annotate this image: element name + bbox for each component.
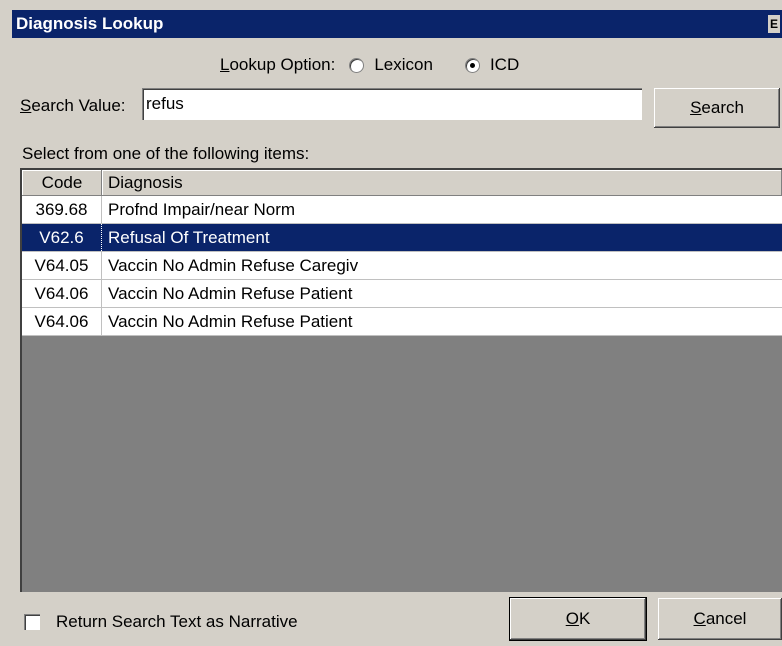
icd-radio[interactable] bbox=[464, 57, 480, 73]
table-row[interactable]: V64.06 Vaccin No Admin Refuse Patient bbox=[22, 280, 782, 308]
table-row[interactable]: V64.06 Vaccin No Admin Refuse Patient bbox=[22, 308, 782, 336]
cell-diagnosis: Profnd Impair/near Norm bbox=[108, 200, 296, 219]
cell-code: V64.06 bbox=[22, 308, 102, 335]
table-row[interactable]: 369.68 Profnd Impair/near Norm bbox=[22, 196, 782, 224]
table-row[interactable]: V64.05 Vaccin No Admin Refuse Caregiv bbox=[22, 252, 782, 280]
cell-code: V64.05 bbox=[22, 252, 102, 279]
cell-diagnosis: Refusal Of Treatment bbox=[108, 228, 270, 247]
search-value-input[interactable] bbox=[142, 88, 642, 120]
diagnosis-list[interactable]: Code Diagnosis 369.68 Profnd Impair/near … bbox=[20, 168, 782, 592]
window-title: Diagnosis Lookup bbox=[16, 14, 164, 33]
cell-diagnosis: Vaccin No Admin Refuse Patient bbox=[108, 312, 353, 331]
list-rows: 369.68 Profnd Impair/near Norm V62.6 Refusa… bbox=[22, 196, 782, 336]
return-narrative-label: Return Search Text as Narrative bbox=[56, 612, 298, 631]
return-narrative-checkbox[interactable] bbox=[24, 614, 40, 630]
lookup-option-group: Lookup Option: Lexicon ICD bbox=[220, 54, 551, 76]
lexicon-radio[interactable] bbox=[349, 57, 365, 73]
title-bar-button[interactable]: E bbox=[768, 15, 780, 33]
ok-button[interactable]: OK bbox=[509, 597, 647, 641]
narrative-checkbox-row[interactable]: Return Search Text as Narrative bbox=[24, 612, 298, 632]
icd-label: ICD bbox=[489, 55, 520, 74]
cancel-button[interactable]: Cancel bbox=[658, 598, 782, 640]
search-value-label: Search Value: bbox=[20, 96, 126, 115]
lexicon-radio-option[interactable]: Lexicon bbox=[349, 55, 433, 75]
cell-code: 369.68 bbox=[22, 196, 102, 223]
title-bar: Diagnosis Lookup E bbox=[12, 10, 782, 38]
cell-code: V64.06 bbox=[22, 280, 102, 307]
lookup-option-label: Lookup Option: bbox=[220, 55, 336, 74]
cell-code: V62.6 bbox=[22, 224, 102, 251]
cell-diagnosis: Vaccin No Admin Refuse Caregiv bbox=[108, 256, 359, 275]
icd-radio-option[interactable]: ICD bbox=[464, 55, 520, 75]
column-header-code[interactable]: Code bbox=[22, 170, 102, 196]
cell-diagnosis: Vaccin No Admin Refuse Patient bbox=[108, 284, 353, 303]
column-header-diagnosis[interactable]: Diagnosis bbox=[102, 170, 782, 196]
lexicon-label: Lexicon bbox=[374, 55, 433, 74]
list-header: Code Diagnosis bbox=[22, 170, 782, 196]
select-instruction: Select from one of the following items: bbox=[22, 144, 310, 163]
diagnosis-lookup-dialog: Lookup Option: Lexicon ICD Search Value:… bbox=[12, 38, 782, 646]
table-row[interactable]: V62.6 Refusal Of Treatment bbox=[22, 224, 782, 252]
search-button[interactable]: Search bbox=[654, 88, 780, 128]
